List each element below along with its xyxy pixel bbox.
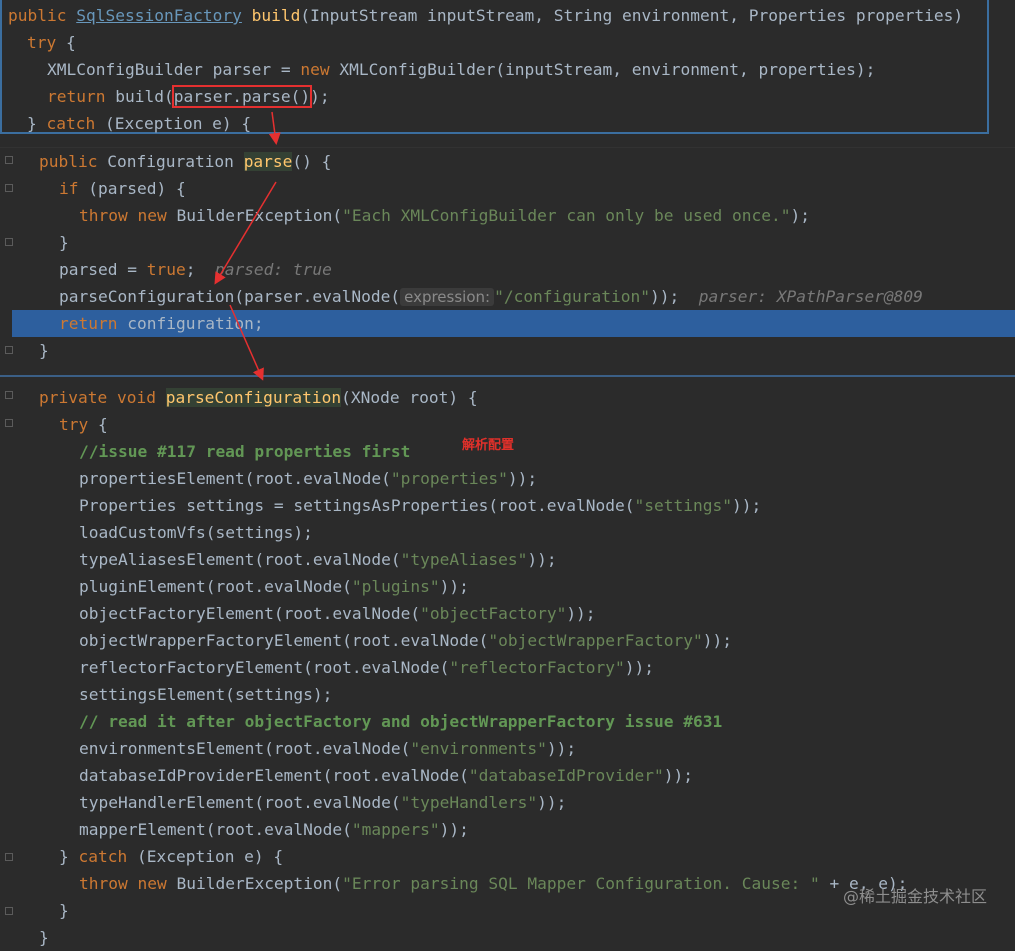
parse-method-panel: public Configuration parse() { if (parse… — [0, 147, 1015, 376]
method-call: environmentsElement( — [79, 739, 274, 758]
code-line-return-build: return build(parser.parse()); — [47, 85, 330, 108]
code-line-catch: } catch (Exception e) { — [59, 847, 284, 866]
watermark-text: @稀土掘金技术社区 — [842, 887, 987, 906]
method-call: objectWrapperFactoryElement( — [79, 631, 352, 650]
parameter-hint-inlay: expression: — [400, 288, 495, 306]
config-call-line: environmentsElement(root.evalNode("envir… — [79, 739, 577, 758]
code-line-close-parse: } — [39, 341, 49, 360]
code-line-throw-once: throw new BuilderException("Each XMLConf… — [79, 206, 810, 225]
config-call-line: databaseIdProviderElement(root.evalNode(… — [79, 766, 694, 785]
fold-marker-icon[interactable] — [5, 853, 13, 861]
method-call: mapperElement( — [79, 820, 216, 839]
code-line-close-if: } — [59, 233, 69, 252]
method-call: typeHandlerElement( — [79, 793, 265, 812]
fold-marker-icon[interactable] — [5, 156, 13, 164]
method-call: databaseIdProviderElement( — [79, 766, 333, 785]
debug-value-hint: parsed: true — [214, 260, 332, 279]
code-line-build-signature: public SqlSessionFactory build(InputStre… — [8, 6, 964, 25]
code-line-parsed-true: parsed = true; parsed: true — [59, 260, 332, 279]
method-call: propertiesElement( — [79, 469, 255, 488]
method-call: objectFactoryElement( — [79, 604, 284, 623]
code-line-close-method: } — [39, 928, 49, 947]
code-line-parseconfiguration-signature: private void parseConfiguration(XNode ro… — [39, 388, 478, 407]
build-method-panel: public SqlSessionFactory build(InputStre… — [0, 0, 989, 134]
code-line-parse-signature: public Configuration parse() { — [39, 152, 332, 171]
code-line-try: try { — [27, 33, 76, 52]
sqlsessionfactory-link[interactable]: SqlSessionFactory — [76, 6, 242, 25]
config-call-line: Properties settings = settingsAsProperti… — [79, 496, 762, 515]
config-call-line: typeHandlerElement(root.evalNode("typeHa… — [79, 793, 567, 812]
config-call-line: objectFactoryElement(root.evalNode("obje… — [79, 604, 596, 623]
method-call: reflectorFactoryElement( — [79, 658, 313, 677]
execution-point-line[interactable]: return configuration; — [12, 310, 1015, 337]
fold-marker-icon[interactable] — [5, 419, 13, 427]
fold-marker-icon[interactable] — [5, 907, 13, 915]
code-line-catch: } catch (Exception e) { — [27, 114, 252, 133]
parse-configuration-panel: private void parseConfiguration(XNode ro… — [0, 375, 1015, 947]
code-line-new-builder: XMLConfigBuilder parser = new XMLConfigB… — [47, 60, 876, 79]
config-call-line: objectWrapperFactoryElement(root.evalNod… — [79, 631, 732, 650]
code-comment: // read it after objectFactory and objec… — [79, 712, 723, 731]
config-call-line: settingsElement(settings); — [79, 685, 333, 704]
config-call-line: loadCustomVfs(settings); — [79, 523, 313, 542]
fold-marker-icon[interactable] — [5, 391, 13, 399]
config-call-line: pluginElement(root.evalNode("plugins")); — [79, 577, 469, 596]
config-call-line: propertiesElement(root.evalNode("propert… — [79, 469, 538, 488]
config-call-line: reflectorFactoryElement(root.evalNode("r… — [79, 658, 655, 677]
debug-value-hint: parser: XPathParser@809 — [698, 287, 923, 306]
config-call-line: typeAliasesElement(root.evalNode("typeAl… — [79, 550, 557, 569]
method-call: typeAliasesElement( — [79, 550, 265, 569]
fold-marker-icon[interactable] — [5, 184, 13, 192]
code-line-try: try { — [59, 415, 108, 434]
method-call: settingsElement( — [79, 685, 235, 704]
config-call-line: mapperElement(root.evalNode("mappers")); — [79, 820, 469, 839]
method-call: settingsAsProperties( — [293, 496, 499, 515]
code-comment: //issue #117 read properties first — [79, 442, 411, 461]
fold-marker-icon[interactable] — [5, 238, 13, 246]
method-call: loadCustomVfs( — [79, 523, 216, 542]
method-call: pluginElement( — [79, 577, 216, 596]
fold-marker-icon[interactable] — [5, 346, 13, 354]
code-line-if-parsed: if (parsed) { — [59, 179, 186, 198]
parse-config-annotation: 解析配置 — [462, 438, 515, 453]
parse-call-highlight-box[interactable]: parser.parse() — [171, 85, 313, 108]
code-line-parse-configuration-call: parseConfiguration(parser.evalNode(expre… — [59, 287, 923, 306]
